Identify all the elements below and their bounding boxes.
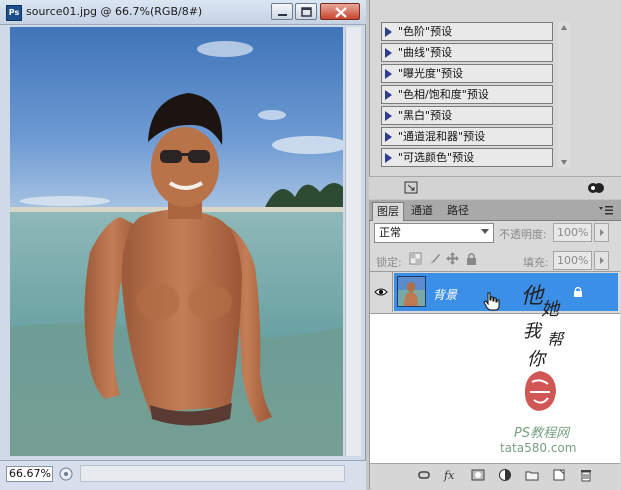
preset-label: "黑白"预设 [398, 109, 453, 122]
link-layers-icon[interactable] [416, 468, 432, 482]
opacity-label: 不透明度: [499, 228, 547, 241]
lock-position-move-icon[interactable] [446, 252, 459, 265]
eye-icon [374, 288, 388, 296]
horizontal-scrollbar[interactable] [80, 465, 345, 482]
expand-triangle-icon [385, 132, 392, 142]
presets-scrollbar[interactable] [558, 22, 570, 168]
adjustment-layer-icon[interactable] [497, 468, 513, 482]
expand-triangle-icon [385, 90, 392, 100]
preset-label: "曲线"预设 [398, 46, 453, 59]
minimize-button[interactable] [271, 3, 293, 20]
clip-layer-icon[interactable] [588, 183, 604, 193]
preset-item-black-white[interactable]: "黑白"预设 [381, 106, 553, 125]
preset-label: "色相/饱和度"预设 [398, 88, 489, 101]
fill-slider-button[interactable] [594, 251, 609, 270]
tab-paths[interactable]: 路径 [443, 202, 473, 220]
preset-label: "色阶"预设 [398, 25, 453, 38]
preset-label: "可选颜色"预设 [398, 151, 475, 164]
new-layer-icon[interactable] [551, 468, 567, 482]
preset-item-hue-saturation[interactable]: "色相/饱和度"预设 [381, 85, 553, 104]
expand-triangle-icon [385, 48, 392, 58]
svg-text:帮: 帮 [547, 330, 566, 349]
expand-triangle-icon [385, 111, 392, 121]
layer-thumbnail[interactable] [397, 276, 426, 307]
lock-pixels-brush-icon[interactable] [428, 252, 441, 265]
svg-text:她: 她 [541, 299, 561, 320]
handwritten-watermark: 他 她 我 帮 你 [521, 284, 566, 369]
expand-triangle-icon [385, 27, 392, 37]
image-canvas[interactable] [10, 27, 343, 456]
close-icon [335, 7, 347, 18]
panel-menu-icon[interactable] [597, 204, 615, 216]
close-button[interactable] [320, 3, 360, 20]
photoshop-app-icon: Ps [6, 5, 22, 21]
panel-tabs: 图层 通道 路径 [369, 200, 621, 221]
adjustment-presets-list: "色阶"预设 "曲线"预设 "曝光度"预设 "色相/饱和度"预设 "黑白"预设 … [381, 22, 555, 170]
svg-text:我: 我 [523, 321, 543, 342]
hand-cursor-icon [483, 292, 500, 311]
preset-label: "曝光度"预设 [398, 67, 464, 80]
svg-text:fx: fx [443, 469, 455, 482]
lock-transparent-icon[interactable] [409, 252, 422, 265]
new-group-folder-icon[interactable] [524, 468, 540, 482]
adjustments-toolbar [369, 176, 621, 199]
vertical-scrollbar[interactable] [345, 27, 361, 456]
add-mask-icon[interactable] [470, 468, 486, 482]
maximize-button[interactable] [295, 3, 317, 20]
fill-field[interactable]: 100% [553, 251, 592, 270]
beach-photo-image [10, 27, 343, 456]
expand-triangle-icon [385, 69, 392, 79]
tab-channels[interactable]: 通道 [407, 202, 437, 220]
layer-style-fx-icon[interactable]: fx [443, 468, 459, 482]
preset-item-channel-mixer[interactable]: "通道混和器"预设 [381, 127, 553, 146]
layer-name[interactable]: 背景 [433, 286, 457, 303]
blend-mode-select[interactable]: 正常 [374, 223, 494, 243]
delete-layer-trash-icon[interactable] [578, 468, 594, 482]
opacity-slider-button[interactable] [594, 223, 609, 242]
minimize-icon [278, 14, 287, 16]
document-title: source01.jpg @ 66.7%(RGB/8#) [26, 5, 203, 18]
layer-visibility-toggle[interactable] [370, 272, 393, 312]
preset-item-exposure[interactable]: "曝光度"预设 [381, 64, 553, 83]
expand-triangle-icon [385, 153, 392, 163]
lock-label: 锁定: [376, 256, 402, 269]
watermark-site-name: PS教程网 [514, 426, 570, 441]
svg-text:你: 你 [527, 349, 548, 369]
document-info-icon[interactable] [58, 466, 74, 482]
layer-selection-highlight[interactable] [394, 273, 618, 311]
preset-item-selective-color[interactable]: "可选颜色"预设 [381, 148, 553, 167]
watermark-url: tata580.com [500, 441, 577, 455]
chevron-down-icon [481, 229, 489, 234]
expand-view-icon[interactable] [404, 181, 418, 194]
preset-item-levels[interactable]: "色阶"预设 [381, 22, 553, 41]
fill-label: 填充: [523, 256, 549, 269]
maximize-icon [301, 7, 312, 17]
lock-all-icon[interactable] [465, 252, 478, 265]
preset-label: "通道混和器"预设 [398, 130, 486, 143]
zoom-level-field[interactable]: 66.67% [6, 466, 53, 482]
preset-item-curves[interactable]: "曲线"预设 [381, 43, 553, 62]
opacity-field[interactable]: 100% [553, 223, 592, 242]
tab-layers[interactable]: 图层 [372, 202, 404, 221]
red-seal-stamp [524, 371, 556, 411]
